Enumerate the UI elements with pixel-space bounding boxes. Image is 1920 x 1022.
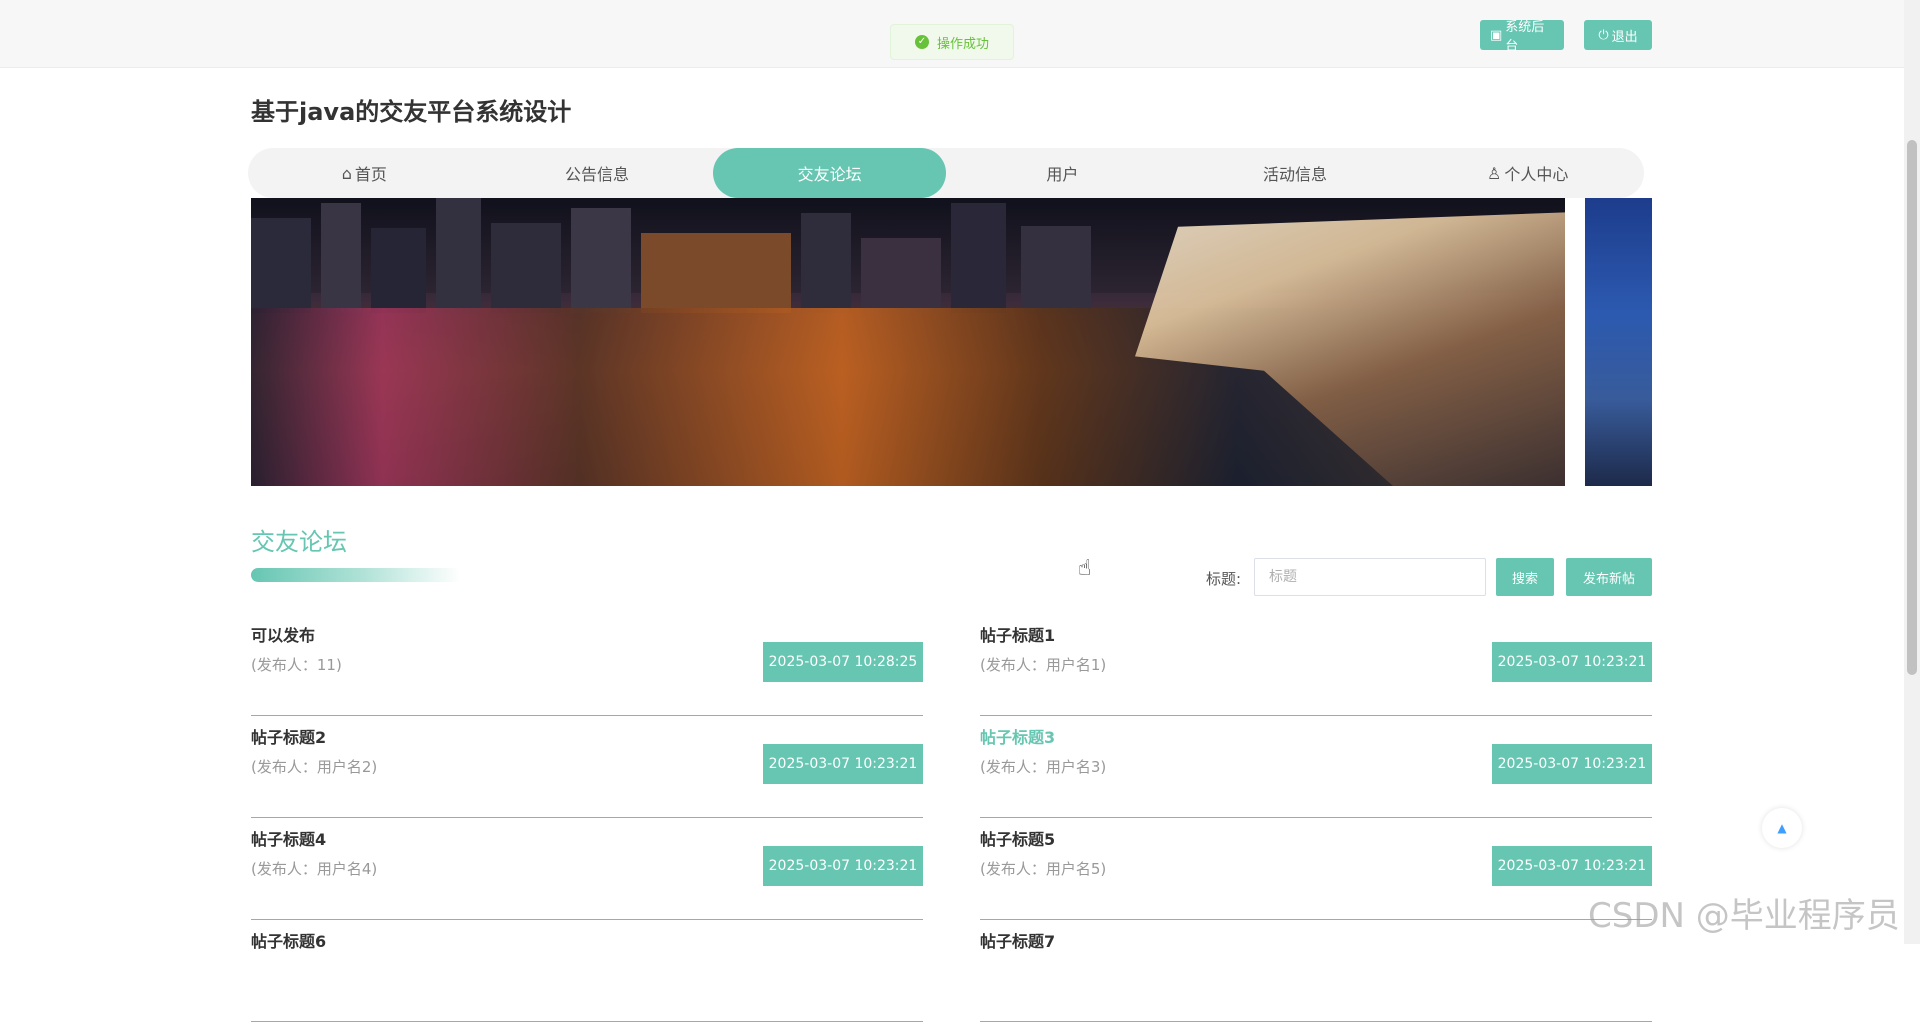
- home-icon: ⌂: [341, 163, 352, 183]
- site-title: 基于java的交友平台系统设计: [251, 98, 572, 126]
- banner-next-image[interactable]: [1585, 198, 1652, 486]
- post-item[interactable]: 帖子标题7: [980, 920, 1652, 1022]
- nav-item-notice[interactable]: 公告信息: [481, 148, 714, 198]
- post-date: 2025-03-07 10:23:21: [1492, 846, 1652, 886]
- nav-item-home[interactable]: ⌂ 首页: [248, 148, 481, 198]
- nav-item-forum[interactable]: 交友论坛: [713, 148, 947, 198]
- post-title[interactable]: 帖子标题4: [251, 826, 326, 850]
- post-item[interactable]: 帖子标题1 (发布人：用户名1) 2025-03-07 10:23:21: [980, 614, 1652, 716]
- post-author: (发布人：用户名2): [251, 758, 378, 776]
- post-author: (发布人：11): [251, 656, 342, 674]
- post-date: 2025-03-07 10:23:21: [763, 744, 923, 784]
- copy-icon: ▣: [1490, 27, 1503, 43]
- post-title[interactable]: 帖子标题7: [980, 928, 1055, 952]
- top-bar: ✓ 操作成功 ▣ 系统后台 ⏻ 退出: [0, 0, 1920, 68]
- post-item[interactable]: 帖子标题5 (发布人：用户名5) 2025-03-07 10:23:21: [980, 818, 1652, 920]
- toast-text: 操作成功: [936, 36, 989, 52]
- hand-cursor-icon: ☝: [1078, 556, 1092, 581]
- main-nav: ⌂ 首页 公告信息 交友论坛 用户 活动信息 ♙ 个人中心: [248, 148, 1644, 198]
- nav-item-label: 交友论坛: [797, 165, 862, 184]
- post-title[interactable]: 帖子标题3: [980, 724, 1055, 748]
- post-author: (发布人：用户名4): [251, 860, 378, 878]
- post-date: 2025-03-07 10:23:21: [763, 846, 923, 886]
- nav-item-user[interactable]: 用户: [946, 148, 1179, 198]
- nav-item-label: 公告信息: [565, 165, 630, 184]
- post-date: 2025-03-07 10:23:21: [1492, 642, 1652, 682]
- post-item[interactable]: 帖子标题6: [251, 920, 923, 1022]
- nav-item-activity[interactable]: 活动信息: [1179, 148, 1412, 198]
- check-circle-icon: ✓: [914, 35, 929, 49]
- admin-button[interactable]: ▣ 系统后台: [1480, 20, 1564, 54]
- post-author: (发布人：用户名5): [980, 860, 1107, 878]
- post-author: (发布人：用户名3): [980, 758, 1107, 776]
- post-item[interactable]: 帖子标题4 (发布人：用户名4) 2025-03-07 10:23:21: [251, 818, 923, 920]
- power-icon: ⏻: [1598, 27, 1609, 43]
- post-date: 2025-03-07 10:23:21: [1492, 744, 1652, 784]
- admin-button-label: 系统后台: [1505, 20, 1545, 54]
- page-scrollbar[interactable]: [1904, 0, 1920, 944]
- post-item[interactable]: 可以发布 (发布人：11) 2025-03-07 10:28:25: [251, 614, 923, 716]
- logout-button-label: 退出: [1611, 29, 1638, 45]
- success-toast: ✓ 操作成功: [890, 24, 1014, 60]
- scrollbar-thumb[interactable]: [1907, 140, 1917, 675]
- back-to-top-button[interactable]: ▲: [1762, 808, 1802, 848]
- post-title[interactable]: 帖子标题1: [980, 622, 1055, 646]
- nav-item-profile[interactable]: ♙ 个人中心: [1411, 148, 1644, 198]
- nav-item-label: 活动信息: [1263, 165, 1328, 184]
- caret-up-icon: ▲: [1777, 821, 1787, 835]
- search-button[interactable]: 搜索: [1496, 558, 1554, 596]
- nav-item-label: 首页: [354, 165, 387, 184]
- post-author: (发布人：用户名1): [980, 656, 1107, 674]
- search-input[interactable]: [1254, 558, 1486, 596]
- search-label: 标题:: [1206, 570, 1242, 588]
- post-title[interactable]: 可以发布: [251, 622, 315, 646]
- section-title: 交友论坛: [251, 528, 347, 556]
- logout-button[interactable]: ⏻ 退出: [1584, 20, 1652, 50]
- post-item[interactable]: 帖子标题3 (发布人：用户名3) 2025-03-07 10:23:21: [980, 716, 1652, 818]
- post-list: 可以发布 (发布人：11) 2025-03-07 10:28:25 帖子标题1 …: [251, 614, 1652, 1022]
- user-icon: ♙: [1487, 163, 1502, 183]
- post-title[interactable]: 帖子标题5: [980, 826, 1055, 850]
- watermark: CSDN @毕业程序员: [1588, 896, 1900, 936]
- post-item[interactable]: 帖子标题2 (发布人：用户名2) 2025-03-07 10:23:21: [251, 716, 923, 818]
- post-title[interactable]: 帖子标题2: [251, 724, 326, 748]
- post-date: 2025-03-07 10:28:25: [763, 642, 923, 682]
- publish-post-button[interactable]: 发布新帖: [1566, 558, 1652, 596]
- nav-item-label: 个人中心: [1504, 165, 1569, 184]
- banner-image[interactable]: [251, 198, 1565, 486]
- post-title[interactable]: 帖子标题6: [251, 928, 326, 952]
- nav-item-label: 用户: [1046, 165, 1079, 184]
- section-title-bar: [251, 568, 461, 582]
